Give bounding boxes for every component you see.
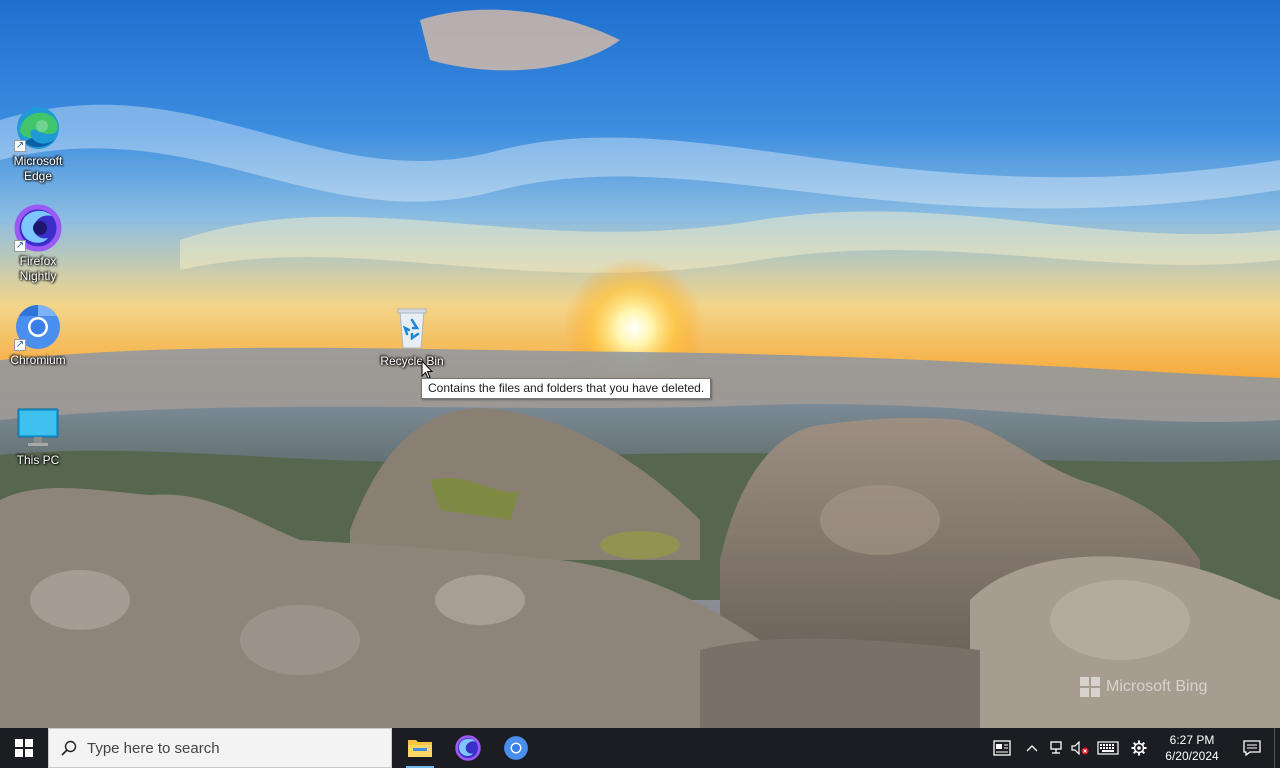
volume-muted-icon xyxy=(1071,741,1089,755)
desktop-icon-label: This PC xyxy=(16,453,60,467)
desktop-icon-firefox-nightly[interactable]: ↗ Firefox Nightly xyxy=(0,204,76,284)
shortcut-arrow-icon: ↗ xyxy=(14,140,26,152)
desktop-icon-chromium[interactable]: ↗ Chromium xyxy=(0,303,76,368)
edge-icon: ↗ xyxy=(14,104,62,152)
firefox-nightly-icon: ↗ xyxy=(14,204,62,252)
show-desktop-button[interactable] xyxy=(1274,728,1280,768)
taskbar-firefox-nightly[interactable] xyxy=(444,728,492,768)
action-center-button[interactable] xyxy=(1230,728,1274,768)
desktop-wallpaper xyxy=(0,0,1280,728)
mouse-cursor-icon xyxy=(421,360,433,380)
start-button[interactable] xyxy=(0,728,48,768)
firefox-nightly-icon xyxy=(455,735,481,761)
desktop-icon-this-pc[interactable]: This PC xyxy=(0,403,76,468)
desktop-icon-label: Chromium xyxy=(10,353,66,367)
this-pc-icon xyxy=(14,403,62,451)
desktop-icon-edge[interactable]: ↗ Microsoft Edge xyxy=(0,104,76,184)
clock-time: 6:27 PM xyxy=(1169,733,1215,747)
news-widget-button[interactable] xyxy=(984,728,1020,768)
taskbar-clock[interactable]: 6:27 PM 6/20/2024 xyxy=(1154,732,1230,764)
chromium-icon xyxy=(504,736,528,760)
windows-logo-icon xyxy=(15,739,33,757)
notification-icon xyxy=(1243,740,1261,756)
system-tray: 6:27 PM 6/20/2024 xyxy=(984,728,1280,768)
keyboard-icon xyxy=(1097,741,1119,755)
microsoft-logo-icon xyxy=(1080,677,1100,697)
desktop-icon-label: Firefox Nightly xyxy=(19,254,57,283)
news-icon xyxy=(993,740,1011,756)
chromium-icon: ↗ xyxy=(14,303,62,351)
shortcut-arrow-icon: ↗ xyxy=(14,240,26,252)
input-indicator-button[interactable] xyxy=(1092,728,1124,768)
bing-watermark: Microsoft Bing xyxy=(1080,676,1207,698)
recycle-bin-icon xyxy=(388,304,436,352)
gear-icon xyxy=(1131,740,1147,756)
clock-date: 6/20/2024 xyxy=(1165,749,1219,763)
shortcut-arrow-icon: ↗ xyxy=(14,339,26,351)
recycle-bin-tooltip: Contains the files and folders that you … xyxy=(421,378,712,399)
taskbar: 6:27 PM 6/20/2024 xyxy=(0,728,1280,768)
settings-button[interactable] xyxy=(1124,728,1154,768)
network-icon xyxy=(1050,741,1062,754)
desktop-icon-label: Microsoft Edge xyxy=(13,154,63,183)
taskbar-chromium[interactable] xyxy=(492,728,540,768)
taskbar-file-explorer[interactable] xyxy=(396,728,444,768)
desktop-icon-recycle-bin[interactable]: Recycle Bin xyxy=(374,304,450,369)
search-icon xyxy=(61,740,77,756)
network-button[interactable] xyxy=(1044,728,1068,768)
desktop-icon-label: Recycle Bin xyxy=(380,354,444,368)
show-hidden-icons-button[interactable] xyxy=(1020,728,1044,768)
bing-watermark-text: Microsoft Bing xyxy=(1106,678,1208,695)
search-input[interactable] xyxy=(87,739,367,757)
file-explorer-icon xyxy=(408,740,432,757)
volume-button[interactable] xyxy=(1068,728,1092,768)
chevron-up-icon xyxy=(1026,745,1038,752)
taskbar-search-box[interactable] xyxy=(48,728,392,768)
